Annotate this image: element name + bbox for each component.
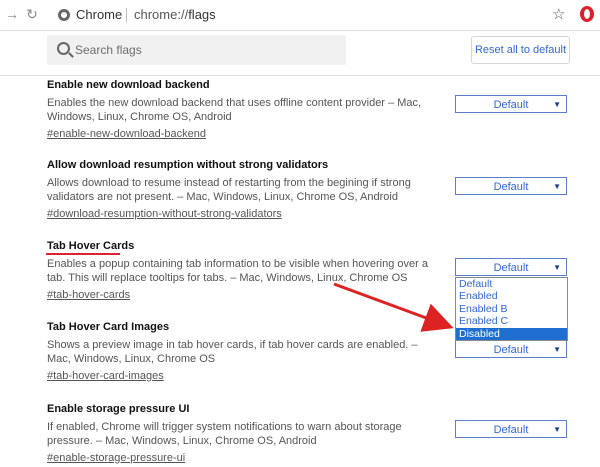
dropdown-option-selected[interactable]: Disabled: [456, 327, 567, 340]
flag-link[interactable]: #download-resumption-without-strong-vali…: [47, 207, 447, 221]
address-separator: [126, 8, 127, 22]
search-placeholder: Search flags: [75, 43, 142, 57]
reset-all-button[interactable]: Reset all to default: [471, 36, 570, 64]
select-value: Default: [493, 262, 529, 274]
dropdown-option[interactable]: Enabled C: [456, 315, 567, 327]
url-text[interactable]: chrome://flags: [134, 7, 216, 22]
search-input[interactable]: Search flags: [47, 35, 346, 65]
flag-description: If enabled, Chrome will trigger system n…: [47, 421, 402, 447]
reload-icon[interactable]: ↻: [24, 6, 40, 22]
flag-entry: Allow download resumption without strong…: [47, 158, 447, 221]
flag-link[interactable]: #enable-storage-pressure-ui: [47, 451, 447, 465]
browser-toolbar: → ↻ Chrome chrome://flags ☆: [0, 0, 600, 31]
flag-title: Enable storage pressure UI: [47, 403, 190, 415]
chevron-down-icon: ▼: [553, 263, 561, 272]
flag-title: Allow download resumption without strong…: [47, 159, 329, 171]
flag-select[interactable]: Default ▼: [455, 420, 567, 438]
select-value: Default: [493, 181, 529, 193]
select-value: Default: [493, 344, 529, 356]
url-prefix: chrome://: [134, 7, 189, 22]
flag-description: Allows download to resume instead of res…: [47, 177, 411, 203]
flag-link[interactable]: #tab-hover-card-images: [47, 369, 447, 383]
flag-link[interactable]: #enable-new-download-backend: [47, 127, 447, 141]
dropdown-option[interactable]: Default: [456, 278, 567, 290]
site-info-icon[interactable]: [58, 9, 70, 21]
dropdown-list: Default Enabled Enabled B Enabled C Disa…: [455, 277, 568, 341]
flags-header: Search flags Reset all to default: [0, 31, 600, 76]
select-value: Default: [493, 99, 529, 111]
flag-select-open[interactable]: Default ▼: [455, 258, 567, 276]
chevron-down-icon: ▼: [553, 100, 561, 109]
flag-select[interactable]: Default ▼: [455, 177, 567, 195]
title-underline-annotation: [46, 253, 120, 255]
address-bar[interactable]: Chrome chrome://flags: [48, 3, 576, 27]
bookmark-star-icon[interactable]: ☆: [552, 5, 565, 23]
opera-icon[interactable]: [580, 6, 594, 22]
select-value: Default: [493, 424, 529, 436]
url-path: flags: [188, 7, 216, 22]
dropdown-option[interactable]: Enabled B: [456, 303, 567, 315]
dropdown-option[interactable]: Enabled: [456, 290, 567, 302]
flag-description: Shows a preview image in tab hover cards…: [47, 339, 418, 365]
flag-description: Enables the new download backend that us…: [47, 97, 422, 123]
flag-entry: Enable new download backend Enables the …: [47, 78, 447, 141]
chevron-down-icon: ▼: [553, 425, 561, 434]
flag-title: Tab Hover Cards: [47, 240, 135, 252]
chevron-down-icon: ▼: [553, 182, 561, 191]
search-icon: [57, 42, 70, 55]
chevron-down-icon: ▼: [553, 345, 561, 354]
flag-entry: Enable storage pressure UI If enabled, C…: [47, 402, 447, 465]
flag-select[interactable]: Default ▼: [455, 340, 567, 358]
annotation-arrow-icon: [333, 282, 454, 332]
flag-title: Enable new download backend: [47, 79, 210, 91]
forward-arrow-icon[interactable]: →: [4, 6, 20, 22]
flag-select[interactable]: Default ▼: [455, 95, 567, 113]
site-name: Chrome: [76, 7, 123, 22]
